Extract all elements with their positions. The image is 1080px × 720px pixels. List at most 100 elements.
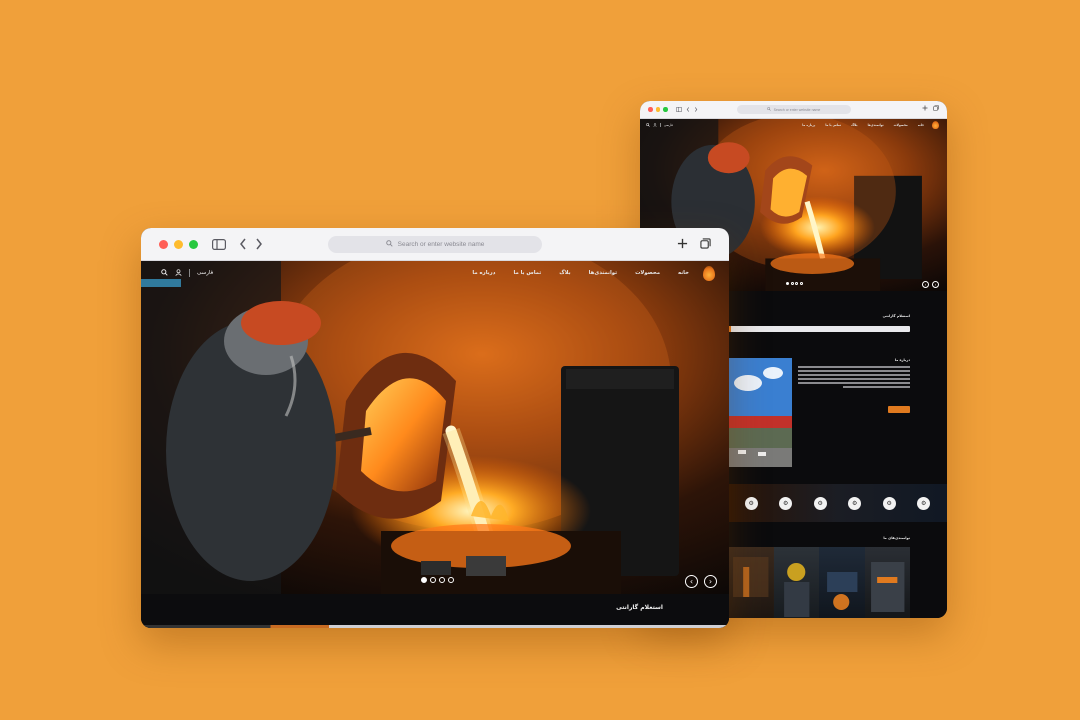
maximize-window-button[interactable] bbox=[189, 239, 198, 249]
service-icon: ⚙ bbox=[813, 496, 827, 510]
slider-dot[interactable] bbox=[790, 282, 794, 285]
maximize-window-button[interactable] bbox=[663, 107, 668, 112]
slider-dot[interactable] bbox=[421, 577, 427, 583]
new-tab-icon[interactable] bbox=[677, 238, 688, 249]
slider-pagination bbox=[786, 282, 803, 285]
forward-arrow-icon[interactable] bbox=[694, 107, 698, 112]
slider-dot[interactable] bbox=[786, 282, 789, 285]
site-logo[interactable] bbox=[932, 121, 939, 129]
back-arrow-icon[interactable] bbox=[686, 107, 690, 112]
warranty-inquiry-title: استعلام گارانتی bbox=[882, 314, 910, 318]
language-selector[interactable]: فارسی bbox=[664, 123, 673, 127]
menu-item-contact[interactable]: تماس با ما bbox=[513, 270, 541, 276]
forward-arrow-icon[interactable] bbox=[254, 238, 264, 250]
capabilities-gallery bbox=[728, 547, 910, 618]
search-icon bbox=[385, 240, 393, 249]
tab-overview-icon[interactable] bbox=[700, 238, 711, 249]
about-paragraph bbox=[798, 366, 910, 390]
warranty-code-input[interactable] bbox=[725, 326, 910, 332]
menu-item-contact[interactable]: تماس با ما bbox=[825, 123, 841, 127]
user-icon[interactable] bbox=[653, 122, 657, 128]
gallery-title: توانمندی‌های ما bbox=[883, 536, 910, 540]
slider-dot[interactable] bbox=[439, 577, 445, 583]
browser-toolbar: Search or enter website name bbox=[640, 101, 947, 119]
read-more-button[interactable] bbox=[888, 406, 910, 413]
main-menu: خانه محصولات توانمندی‌ها بلاگ تماس با ما… bbox=[472, 270, 689, 276]
slider-next-arrow-icon[interactable]: › bbox=[932, 281, 939, 288]
browser-toolbar: Search or enter website name bbox=[141, 228, 729, 261]
hero-slider: فارسی خانه محصولات توانمندی‌ها بلاگ تماس… bbox=[141, 261, 729, 594]
gallery-tile[interactable] bbox=[728, 547, 774, 618]
service-icon: ⚙ bbox=[917, 496, 931, 510]
slider-dot[interactable] bbox=[448, 577, 454, 583]
about-title: درباره ما bbox=[894, 358, 910, 362]
address-bar[interactable]: Search or enter website name bbox=[328, 236, 542, 253]
menu-item-products[interactable]: محصولات bbox=[635, 270, 660, 276]
address-placeholder: Search or enter website name bbox=[397, 241, 485, 248]
menu-item-home[interactable]: خانه bbox=[918, 123, 924, 127]
slider-prev-arrow-icon[interactable]: ‹ bbox=[685, 575, 698, 588]
slider-prev-arrow-icon[interactable]: ‹ bbox=[922, 281, 929, 288]
language-selector[interactable]: فارسی bbox=[197, 270, 213, 276]
minimize-window-button[interactable] bbox=[174, 239, 183, 249]
site-navbar: فارسی خانه محصولات توانمندی‌ها بلاگ تماس… bbox=[640, 119, 947, 131]
service-item[interactable]: ⚙ bbox=[744, 496, 758, 510]
menu-item-capabilities[interactable]: توانمندی‌ها bbox=[589, 270, 617, 276]
user-icon[interactable] bbox=[175, 268, 182, 278]
warranty-inquiry-title: استعلام گارانتی bbox=[616, 604, 663, 611]
address-placeholder: Search or enter website name bbox=[773, 107, 821, 112]
new-tab-icon[interactable] bbox=[922, 105, 928, 111]
slider-dot[interactable] bbox=[795, 282, 798, 285]
minimize-window-button[interactable] bbox=[655, 107, 660, 112]
menu-item-about[interactable]: درباره ما bbox=[472, 270, 495, 276]
search-icon bbox=[766, 107, 771, 112]
about-section: درباره ما bbox=[728, 352, 910, 467]
slider-dot[interactable] bbox=[799, 282, 803, 285]
back-arrow-icon[interactable] bbox=[238, 238, 248, 250]
menu-item-capabilities[interactable]: توانمندی‌ها bbox=[868, 123, 884, 127]
search-icon[interactable] bbox=[646, 122, 650, 128]
service-item[interactable]: ⚙ bbox=[779, 496, 793, 510]
slider-dot[interactable] bbox=[430, 577, 436, 583]
service-item[interactable]: ⚙ bbox=[882, 496, 896, 510]
menu-item-about[interactable]: درباره ما bbox=[802, 123, 815, 127]
gallery-tile[interactable] bbox=[864, 547, 910, 618]
main-menu: خانه محصولات توانمندی‌ها بلاگ تماس با ما… bbox=[802, 123, 924, 127]
search-icon[interactable] bbox=[161, 268, 168, 278]
close-window-button[interactable] bbox=[159, 239, 168, 249]
main-browser-window: Search or enter website name فارسی خانه … bbox=[141, 228, 729, 628]
menu-item-products[interactable]: محصولات bbox=[894, 123, 908, 127]
menu-item-home[interactable]: خانه bbox=[678, 270, 689, 276]
window-controls bbox=[648, 107, 668, 112]
service-item[interactable]: ⚙ bbox=[813, 496, 827, 510]
service-icon: ⚙ bbox=[779, 496, 793, 510]
hero-foundry-image bbox=[141, 261, 729, 594]
slider-pagination bbox=[421, 577, 454, 583]
slider-next-arrow-icon[interactable]: › bbox=[704, 575, 717, 588]
website-content: فارسی خانه محصولات توانمندی‌ها بلاگ تماس… bbox=[141, 261, 729, 628]
warranty-inquiry-section: استعلام گارانتی bbox=[725, 314, 910, 332]
nav-divider bbox=[660, 123, 661, 127]
gallery-tile[interactable] bbox=[773, 547, 819, 618]
close-window-button[interactable] bbox=[648, 107, 653, 112]
nav-divider bbox=[189, 269, 190, 277]
sidebar-icon[interactable] bbox=[675, 107, 682, 112]
service-item[interactable]: ⚙ bbox=[917, 496, 931, 510]
tab-overview-icon[interactable] bbox=[933, 105, 939, 111]
service-item[interactable]: ⚙ bbox=[848, 496, 862, 510]
sidebar-icon[interactable] bbox=[212, 238, 226, 250]
address-bar[interactable]: Search or enter website name bbox=[736, 105, 851, 114]
warranty-inquiry-section: استعلام گارانتی bbox=[141, 594, 729, 628]
services-strip: ⚙ ⚙ ⚙ ⚙ ⚙ ⚙ bbox=[728, 484, 947, 522]
warranty-input-bar[interactable] bbox=[141, 625, 729, 628]
service-icon: ⚙ bbox=[744, 496, 758, 510]
site-navbar: فارسی خانه محصولات توانمندی‌ها بلاگ تماس… bbox=[141, 261, 729, 285]
factory-photo bbox=[728, 358, 792, 467]
window-controls bbox=[159, 239, 198, 249]
site-logo[interactable] bbox=[703, 265, 715, 281]
menu-item-blog[interactable]: بلاگ bbox=[851, 123, 857, 127]
service-icon: ⚙ bbox=[848, 496, 862, 510]
menu-item-blog[interactable]: بلاگ bbox=[559, 270, 570, 276]
service-icon: ⚙ bbox=[882, 496, 896, 510]
gallery-tile[interactable] bbox=[819, 547, 865, 618]
